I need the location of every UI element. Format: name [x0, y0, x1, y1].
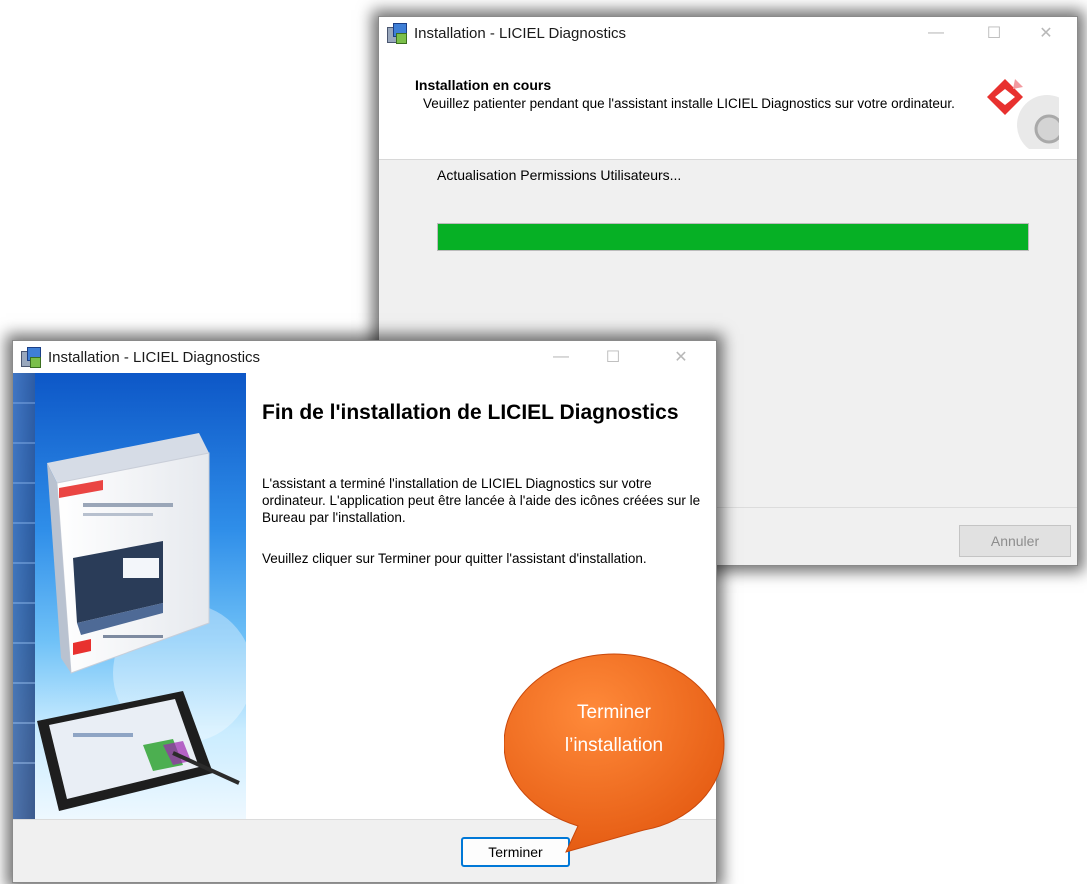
maximize-icon[interactable]: ☐	[971, 17, 1017, 49]
title-bar[interactable]: Installation - LICIEL Diagnostics — ☐ ✕	[13, 341, 716, 373]
header-title: Installation en cours	[415, 77, 552, 93]
callout-text: Terminer l’installation	[524, 696, 704, 762]
callout-line-2: l’installation	[564, 735, 664, 756]
liciel-logo-icon	[987, 79, 1059, 149]
title-bar[interactable]: Installation - LICIEL Diagnostics — ☐ ✕	[379, 17, 1077, 49]
wizard-header: Installation en cours Veuillez patienter…	[379, 49, 1077, 160]
minimize-icon[interactable]: —	[538, 341, 584, 373]
window-title: Installation - LICIEL Diagnostics	[48, 348, 261, 366]
callout-bubble: Terminer l’installation	[503, 644, 756, 864]
header-description: Veuillez patienter pendant que l'assista…	[423, 96, 955, 111]
completion-message: L'assistant a terminé l'installation de …	[262, 476, 701, 525]
page-title: Fin de l'installation de LICIEL Diagnost…	[262, 401, 679, 424]
status-text: Actualisation Permissions Utilisateurs..…	[437, 167, 682, 183]
callout-line-1: Terminer	[577, 702, 651, 723]
close-icon[interactable]: ✕	[658, 341, 704, 373]
minimize-icon[interactable]: —	[913, 17, 959, 49]
finish-instructions: Veuillez cliquer sur Terminer pour quitt…	[262, 551, 647, 566]
cancel-button[interactable]: Annuler	[959, 525, 1071, 557]
wizard-side-image	[13, 373, 246, 819]
maximize-icon[interactable]: ☐	[590, 341, 636, 373]
progress-fill	[438, 224, 1028, 250]
installer-icon	[387, 23, 407, 44]
installer-icon	[21, 347, 41, 368]
window-title: Installation - LICIEL Diagnostics	[414, 24, 627, 42]
progress-bar	[437, 223, 1029, 251]
close-icon[interactable]: ✕	[1023, 17, 1069, 49]
